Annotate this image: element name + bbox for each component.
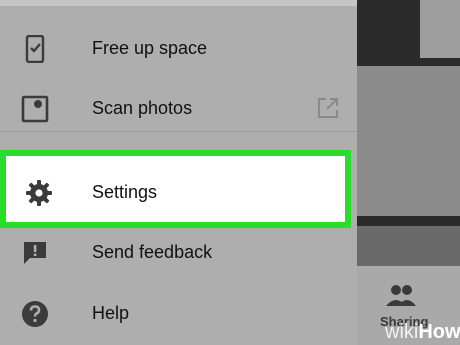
menu-item-settings[interactable]: Settings — [0, 150, 351, 228]
menu-item-label: Settings — [92, 182, 158, 202]
gear-icon — [26, 180, 52, 206]
wikihow-watermark: wikiHow — [385, 321, 460, 343]
menu-item-label: Free up space — [92, 38, 208, 58]
phone-check-icon — [25, 35, 45, 63]
external-link-icon[interactable] — [316, 96, 340, 120]
background-thumbnail[interactable] — [420, 0, 460, 58]
menu-item-help[interactable]: Help — [0, 288, 357, 338]
menu-item-send-feedback[interactable]: Send feedback — [0, 227, 357, 277]
menu-item-label: Send feedback — [92, 242, 213, 262]
background-thumbnail[interactable] — [357, 226, 460, 266]
background-thumbnail[interactable] — [357, 66, 460, 216]
menu-divider — [0, 131, 357, 132]
menu-item-label: Scan photos — [92, 98, 193, 118]
drawer-top-strip — [0, 0, 357, 6]
help-icon — [22, 301, 48, 327]
menu-item-scan-photos[interactable]: Scan photos — [0, 83, 357, 133]
menu-item-free-up-space[interactable]: Free up space — [0, 23, 357, 73]
navigation-drawer: Free up space Scan photos Settings Send … — [0, 0, 357, 345]
photo-scan-icon — [21, 95, 49, 123]
menu-item-label: Help — [92, 303, 130, 323]
people-icon[interactable] — [386, 284, 416, 308]
feedback-icon — [24, 242, 46, 264]
